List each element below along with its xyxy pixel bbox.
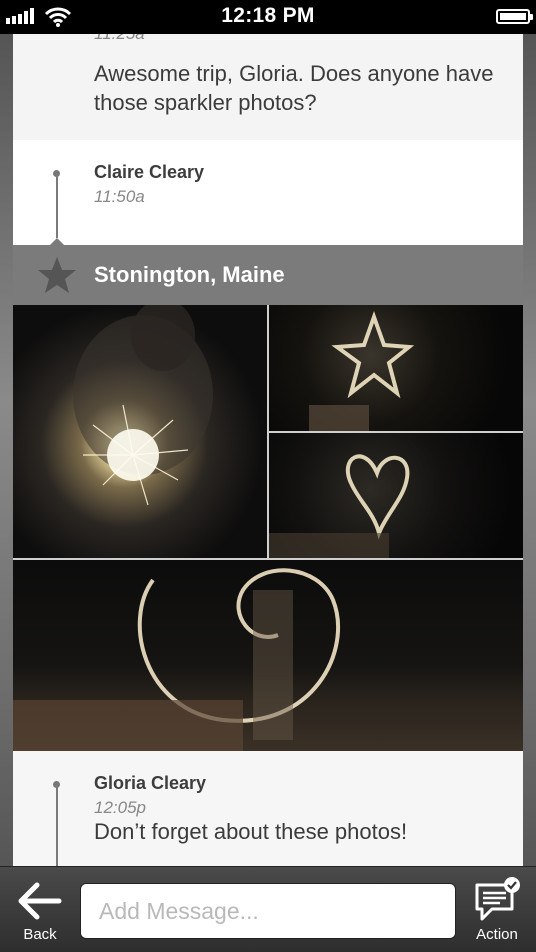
- post-header: Claire Cleary 11:50a: [13, 140, 523, 245]
- back-arrow-icon: [18, 882, 62, 920]
- previous-message: 11:25a Awesome trip, Gloria. Does anyone…: [13, 34, 523, 140]
- conversation-feed[interactable]: 11:25a Awesome trip, Gloria. Does anyone…: [13, 34, 523, 866]
- photo-grid: [13, 305, 523, 751]
- message-time: 12:05p: [94, 798, 146, 817]
- photo-sparkler-star[interactable]: [269, 305, 523, 431]
- post-author[interactable]: Claire Cleary: [94, 162, 204, 183]
- message-author[interactable]: Gloria Cleary: [94, 773, 206, 794]
- message-text: Awesome trip, Gloria. Does anyone have t…: [94, 61, 494, 115]
- timeline-line: [56, 785, 58, 866]
- timeline-line: [56, 174, 58, 238]
- action-button[interactable]: Action: [466, 877, 528, 949]
- message-text: Don’t forget about these photos!: [94, 819, 408, 844]
- back-button[interactable]: Back: [8, 879, 72, 949]
- status-bar: 12:18 PM: [0, 0, 536, 34]
- message-time: 11:25a: [94, 34, 145, 44]
- bottom-toolbar: Back Action: [0, 866, 536, 952]
- battery-icon: [496, 9, 533, 24]
- star-icon: [38, 257, 76, 293]
- photo-sparkler-spiral[interactable]: [13, 560, 523, 751]
- chat-action-icon: [475, 877, 520, 921]
- location-bar[interactable]: Stonington, Maine: [13, 245, 523, 305]
- next-message: Gloria Cleary 12:05p Don’t forget about …: [13, 751, 523, 866]
- location-name: Stonington, Maine: [94, 262, 285, 287]
- background-left-edge: [0, 34, 13, 952]
- back-label: Back: [23, 926, 57, 943]
- post-time: 11:50a: [94, 187, 145, 206]
- background-right-edge: [522, 34, 536, 952]
- photo-sparkler-heart[interactable]: [269, 433, 523, 558]
- photo-sparkler-hands[interactable]: [13, 305, 267, 558]
- status-time: 12:18 PM: [221, 4, 315, 27]
- timeline-notch: [50, 238, 64, 245]
- add-message-input[interactable]: [80, 883, 456, 939]
- action-label: Action: [476, 926, 518, 943]
